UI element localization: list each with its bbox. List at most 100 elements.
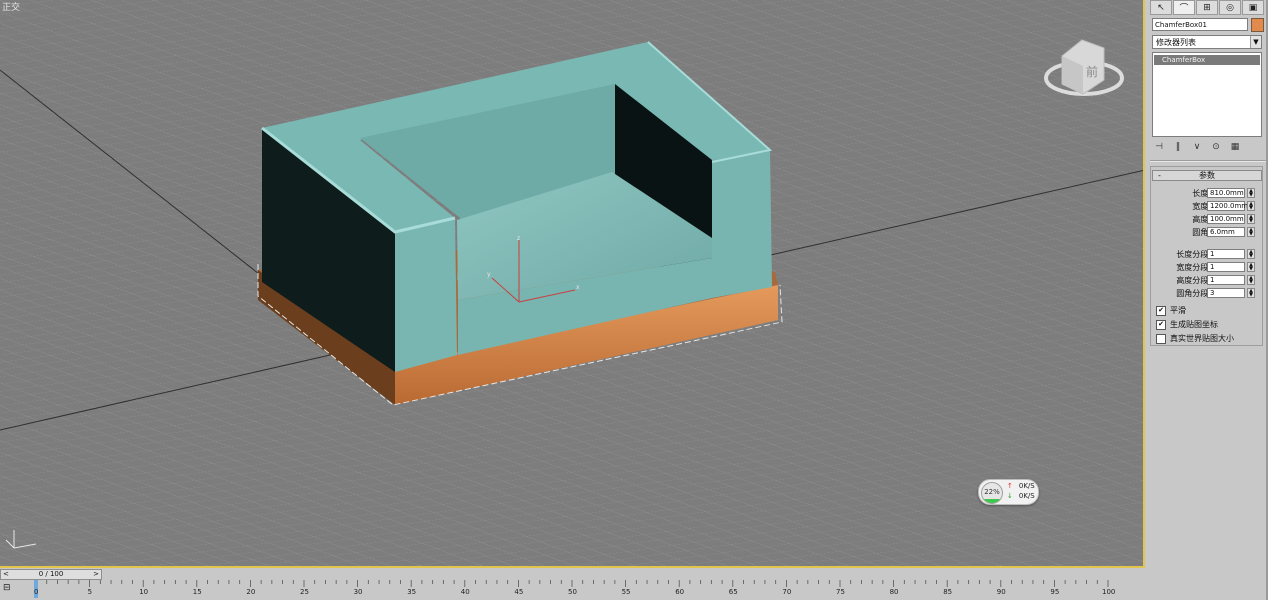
tick-label: 80: [889, 588, 899, 596]
checkbox-label: 真实世界贴图大小: [1170, 334, 1234, 343]
arrow-left-icon[interactable]: <: [3, 570, 9, 579]
svg-text:z: z: [517, 235, 520, 242]
chevron-down-icon: ▼: [1250, 36, 1261, 48]
tick-label: 5: [87, 588, 93, 596]
spinner-icon[interactable]: ▲ ▼: [1247, 214, 1255, 224]
perspective-viewport[interactable]: z x y 前 正交 22% ↑ 0K/S ↓ 0K/S: [0, 0, 1145, 568]
spinner-icon[interactable]: ▲ ▼: [1247, 201, 1255, 211]
usage-fill: [982, 498, 1002, 503]
spinner-icon[interactable]: ▲ ▼: [1247, 227, 1255, 237]
network-monitor-widget[interactable]: 22% ↑ 0K/S ↓ 0K/S: [978, 479, 1039, 505]
param-fillet: 圆角: 6.0mm ▲ ▼: [1152, 227, 1264, 238]
tick-label: 0: [34, 588, 39, 596]
remove-modifier-icon[interactable]: ⊙: [1209, 142, 1223, 152]
spinner-icon[interactable]: ▲ ▼: [1247, 288, 1255, 298]
checkbox-gen-mapping[interactable]: ✔ 生成贴图坐标: [1156, 319, 1218, 330]
pin-stack-icon[interactable]: ⊣: [1152, 142, 1166, 152]
check-icon: ✔: [1156, 319, 1166, 330]
upload-rate-value: 0K/S: [1018, 482, 1035, 490]
param-value-field[interactable]: 100.0mm: [1207, 214, 1245, 224]
time-slider-value: 0 / 100: [38, 570, 64, 578]
track-bar[interactable]: ⊟ 0 5 10 15 20 25 30 35 40 45 50 55 60 65 70 75 80 85 90 95…: [0, 580, 1147, 600]
upload-rate: ↑ 0K/S: [1007, 482, 1035, 490]
panel-separator: [1150, 160, 1266, 162]
show-end-result-icon[interactable]: ‖: [1171, 142, 1185, 152]
param-value-field[interactable]: 1: [1207, 249, 1245, 259]
param-height: 高度: 100.0mm ▲ ▼: [1152, 214, 1264, 225]
checkbox-real-world-map[interactable]: 真实世界贴图大小: [1156, 333, 1234, 344]
param-fillet-segs: 圆角分段: 3 ▲ ▼: [1152, 288, 1264, 299]
unchecked-box: [1156, 333, 1166, 344]
param-width-segs: 宽度分段: 1 ▲ ▼: [1152, 262, 1264, 273]
spinner-icon[interactable]: ▲ ▼: [1247, 188, 1255, 198]
tick-label: 35: [407, 588, 417, 596]
modify-tab[interactable]: ⌒: [1173, 0, 1195, 15]
param-label: 长度分段:: [1176, 250, 1211, 259]
check-icon: ✔: [1156, 305, 1166, 316]
spinner-icon[interactable]: ▲ ▼: [1247, 275, 1255, 285]
motion-icon: ◎: [1226, 2, 1234, 13]
param-value-field[interactable]: 1200.0mm: [1207, 201, 1248, 211]
download-rate: ↓ 0K/S: [1007, 492, 1035, 500]
spinner-icon[interactable]: ▲ ▼: [1247, 262, 1255, 272]
param-value-field[interactable]: 1: [1207, 275, 1245, 285]
create-tab[interactable]: ↖: [1150, 0, 1172, 15]
tick-label: 70: [782, 588, 792, 596]
arrow-right-icon[interactable]: >: [93, 570, 99, 579]
param-value-field[interactable]: 6.0mm: [1207, 227, 1245, 237]
make-unique-icon[interactable]: ∨: [1190, 142, 1204, 152]
stack-buttons: ⊣ ‖ ∨ ⊙ ▦: [1152, 140, 1264, 154]
rollout-header[interactable]: - 参数: [1152, 170, 1262, 181]
svg-text:前: 前: [1086, 64, 1098, 79]
modify-icon: ⌒: [1179, 4, 1189, 14]
configure-sets-icon[interactable]: ▦: [1228, 142, 1242, 152]
arrow-up-icon: ↑: [1007, 482, 1013, 490]
modifier-list-dropdown[interactable]: 修改器列表 ▼: [1152, 35, 1262, 49]
tick-label: 40: [460, 588, 470, 596]
tick-label: 100: [1102, 588, 1116, 596]
tick-label: 65: [728, 588, 738, 596]
pointer-icon: ↖: [1157, 2, 1165, 13]
memory-usage-gauge: 22%: [981, 482, 1003, 504]
tick-label: 95: [1050, 588, 1060, 596]
object-name-field[interactable]: ChamferBox01: [1152, 18, 1248, 31]
display-tab[interactable]: ▣: [1242, 0, 1264, 15]
param-value-field[interactable]: 810.0mm: [1207, 188, 1245, 198]
timeline: < 0 / 100 > ⊟ 0 5 10 15 20 25 30 35 40 45 50 55 60 65…: [0, 568, 1147, 600]
usage-percent: 22%: [984, 488, 1000, 496]
tick-label: 90: [996, 588, 1006, 596]
param-width: 宽度: 1200.0mm ▲ ▼: [1152, 201, 1264, 212]
tick-label: 55: [621, 588, 631, 596]
tick-label: 20: [246, 588, 256, 596]
checkbox-smooth[interactable]: ✔ 平滑: [1156, 305, 1186, 316]
param-length: 长度: 810.0mm ▲ ▼: [1152, 188, 1264, 199]
tick-label: 75: [836, 588, 845, 596]
arrow-down-icon: ↓: [1007, 492, 1013, 500]
tick-label: 15: [192, 588, 202, 596]
param-value-field[interactable]: 1: [1207, 262, 1245, 272]
svg-text:x: x: [576, 284, 580, 291]
viewport-label[interactable]: 正交: [2, 0, 20, 13]
hierarchy-tab[interactable]: ⊞: [1196, 0, 1218, 15]
hierarchy-icon: ⊞: [1203, 2, 1211, 13]
stack-item-chamferbox[interactable]: ChamferBox: [1154, 55, 1260, 65]
param-label: 圆角分段:: [1176, 289, 1211, 298]
display-icon: ▣: [1248, 2, 1258, 13]
param-value-field[interactable]: 3: [1207, 288, 1245, 298]
svg-text:y: y: [487, 271, 491, 278]
scene-canvas[interactable]: z x y 前: [0, 0, 1145, 568]
checkbox-label: 平滑: [1170, 306, 1186, 315]
tick-label: 50: [568, 588, 577, 596]
rollout-title: 参数: [1199, 171, 1215, 180]
tick-label: 30: [353, 588, 363, 596]
motion-tab[interactable]: ◎: [1219, 0, 1241, 15]
download-rate-value: 0K/S: [1018, 492, 1035, 500]
time-slider[interactable]: < 0 / 100 >: [0, 569, 102, 580]
param-height-segs: 高度分段: 1 ▲ ▼: [1152, 275, 1264, 286]
object-color-swatch[interactable]: [1251, 18, 1264, 32]
modifier-stack[interactable]: ChamferBox: [1152, 52, 1262, 137]
modifier-list-label: 修改器列表: [1156, 38, 1196, 47]
tick-label: 45: [514, 588, 524, 596]
spinner-icon[interactable]: ▲ ▼: [1247, 249, 1255, 259]
tick-label: 25: [300, 588, 309, 596]
